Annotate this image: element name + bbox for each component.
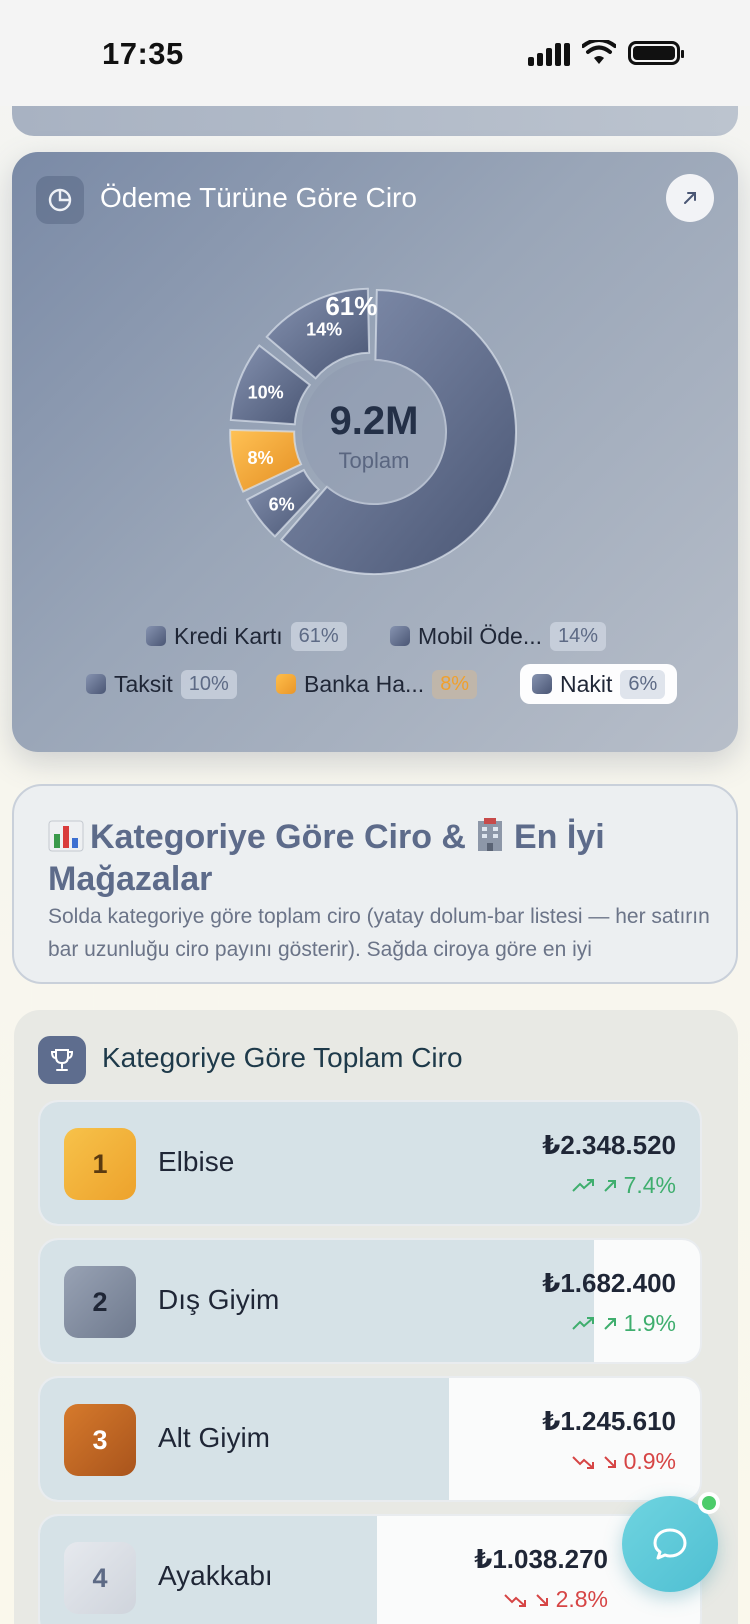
status-icons — [528, 40, 684, 66]
trend-down-icon — [503, 1593, 526, 1607]
legend-label: Nakit — [560, 670, 613, 697]
category-value: ₺2.348.520 — [542, 1130, 676, 1160]
trend-up-icon — [571, 1178, 594, 1192]
legend-label: Banka Ha... — [304, 670, 425, 697]
legend-item-banka-havalesi[interactable]: Banka Ha... 8% — [264, 664, 489, 704]
status-bar: 17:35 — [0, 0, 750, 106]
section-info-card: Kategoriye Göre Ciro & En İyi Mağazalar … — [12, 784, 738, 984]
donut-label-3: 8% — [247, 448, 273, 468]
category-name: Alt Giyim — [158, 1422, 270, 1453]
legend-swatch — [390, 626, 410, 646]
arrow-up-right-icon — [603, 1179, 616, 1192]
legend-swatch — [276, 674, 296, 694]
category-name: Ayakkabı — [158, 1560, 273, 1591]
legend-item-nakit[interactable]: Nakit 6% — [520, 664, 678, 704]
legend-pct: 6% — [620, 669, 666, 699]
payment-card-title: Ödeme Türüne Göre Ciro — [100, 182, 417, 213]
rank-badge: 1 — [64, 1128, 136, 1200]
category-name: Dış Giyim — [158, 1284, 280, 1315]
category-change: 7.4% — [571, 1172, 676, 1199]
donut-label-5: 14% — [306, 319, 342, 339]
category-change: 1.9% — [571, 1310, 676, 1337]
donut-label-2: 6% — [269, 494, 295, 514]
payment-donut-chart: 9.2M Toplam 61% 6% 8% 10% 14% — [229, 287, 517, 575]
legend-pct: 10% — [180, 669, 237, 699]
chat-bubble-icon — [653, 1528, 687, 1560]
wifi-icon — [582, 40, 616, 64]
category-card-title: Kategoriye Göre Toplam Ciro — [102, 1042, 463, 1073]
payment-type-card: Ödeme Türüne Göre Ciro 9.2M Toplam 61% 6%… — [12, 152, 738, 752]
section-description: Solda kategoriye göre toplam ciro (yatay… — [48, 905, 710, 961]
legend-label: Kredi Kartı — [174, 622, 283, 649]
bar-chart-emoji-icon — [48, 820, 84, 852]
arrow-up-right-icon — [603, 1317, 616, 1330]
category-change: 2.8% — [503, 1586, 608, 1613]
legend-swatch — [532, 674, 552, 694]
legend-pct: 8% — [432, 669, 478, 699]
office-building-emoji-icon — [477, 818, 502, 851]
trophy-icon — [38, 1036, 86, 1084]
category-row[interactable]: 1 Elbise ₺2.348.520 7.4% — [38, 1100, 702, 1226]
expand-button[interactable] — [666, 174, 714, 222]
donut-label-4: 10% — [248, 383, 284, 403]
category-value: ₺1.682.400 — [542, 1268, 676, 1298]
pie-chart-icon — [36, 176, 84, 224]
rank-badge: 2 — [64, 1266, 136, 1338]
trend-down-icon — [571, 1455, 594, 1469]
battery-icon — [628, 41, 684, 65]
legend-item-mobil-odeme[interactable]: Mobil Öde... 14% — [378, 616, 618, 656]
rank-badge: 4 — [64, 1542, 136, 1614]
category-row[interactable]: 4 Ayakkabı ₺1.038.270 2.8% — [38, 1514, 702, 1624]
category-row[interactable]: 2 Dış Giyim ₺1.682.400 1.9% — [38, 1238, 702, 1364]
category-name: Elbise — [158, 1146, 235, 1177]
category-value: ₺1.245.610 — [542, 1406, 676, 1436]
legend-pct: 61% — [290, 621, 347, 651]
category-value: ₺1.038.270 — [474, 1544, 608, 1574]
donut-center-value: 9.2M — [330, 399, 419, 443]
donut-center-label: Toplam — [339, 448, 410, 473]
arrow-down-right-icon — [535, 1593, 548, 1606]
section-title: Kategoriye Göre Ciro & En İyi Mağazalar — [48, 816, 688, 900]
legend-swatch — [146, 626, 166, 646]
category-share-bar — [40, 1102, 700, 1224]
legend-item-kredi-karti[interactable]: Kredi Kartı 61% — [134, 616, 359, 656]
legend-pct: 14% — [550, 621, 607, 651]
online-status-dot — [698, 1492, 720, 1514]
rank-badge: 3 — [64, 1404, 136, 1476]
category-change-value: 1.9% — [623, 1310, 676, 1336]
legend-label: Taksit — [114, 670, 173, 697]
category-change: 0.9% — [571, 1448, 676, 1475]
category-change-value: 0.9% — [623, 1448, 676, 1474]
legend-label: Mobil Öde... — [418, 622, 542, 649]
status-time: 17:35 — [102, 36, 184, 71]
arrow-down-right-icon — [603, 1455, 616, 1468]
category-change-value: 7.4% — [623, 1172, 676, 1198]
section-title-part1: Kategoriye Göre Ciro & — [90, 818, 466, 856]
category-row[interactable]: 3 Alt Giyim ₺1.245.610 0.9% — [38, 1376, 702, 1502]
signal-icon — [528, 40, 570, 66]
donut-label-1: 61% — [325, 291, 377, 321]
legend-swatch — [86, 674, 106, 694]
trend-up-icon — [571, 1316, 594, 1330]
category-change-value: 2.8% — [555, 1586, 608, 1612]
legend-item-taksit[interactable]: Taksit 10% — [74, 664, 249, 704]
arrow-up-right-icon — [684, 192, 696, 204]
